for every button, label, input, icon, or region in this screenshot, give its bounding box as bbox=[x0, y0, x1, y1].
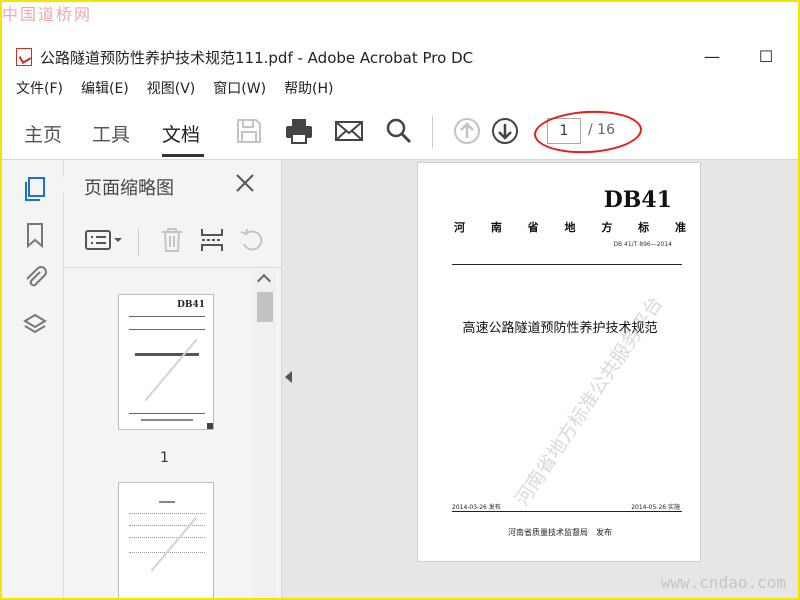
org-char: 南 bbox=[490, 221, 502, 234]
search-icon[interactable] bbox=[384, 116, 414, 146]
next-page-icon[interactable] bbox=[490, 116, 520, 146]
options-menu-icon[interactable] bbox=[84, 226, 124, 254]
toolbar-separator bbox=[432, 116, 433, 148]
thumbnail-page-2[interactable] bbox=[118, 482, 214, 598]
main-toolbar: 主页 工具 文档 / 16 bbox=[2, 102, 798, 160]
maximize-button[interactable]: ☐ bbox=[746, 42, 786, 70]
window-title: 公路隧道预防性养护技术规范111.pdf - Adobe Acrobat Pro… bbox=[40, 49, 474, 67]
rotate-icon[interactable] bbox=[238, 226, 266, 254]
panel-pointer bbox=[56, 176, 65, 194]
tab-home[interactable]: 主页 bbox=[24, 120, 62, 147]
org-char: 省 bbox=[527, 221, 539, 234]
pdf-file-icon bbox=[16, 48, 32, 66]
navigation-rail bbox=[2, 160, 64, 598]
close-icon[interactable] bbox=[234, 172, 256, 194]
thumbnail-page-number: 1 bbox=[160, 450, 169, 466]
thumbnail-page-1[interactable]: DB41 bbox=[118, 294, 214, 430]
menu-file[interactable]: 文件(F) bbox=[16, 78, 63, 98]
thumbnail-code: DB41 bbox=[177, 300, 205, 310]
panel-toolbar-separator bbox=[138, 228, 139, 256]
org-char: 标 bbox=[638, 221, 650, 234]
highlight-annotation bbox=[532, 108, 644, 156]
page-thumbnails-panel: 页面缩略图 DB41 1 bbox=[56, 160, 282, 598]
implement-date: 2014-05-26 实施 bbox=[631, 504, 680, 511]
site-watermark: 中国道桥网 bbox=[2, 5, 93, 24]
extract-icon[interactable] bbox=[198, 226, 226, 254]
layers-icon[interactable] bbox=[22, 312, 48, 338]
print-icon[interactable] bbox=[284, 116, 314, 146]
delete-icon[interactable] bbox=[158, 226, 186, 254]
menu-help[interactable]: 帮助(H) bbox=[284, 78, 333, 98]
bookmarks-icon[interactable] bbox=[22, 222, 48, 248]
acrobat-window: 公路隧道预防性养护技术规范111.pdf - Adobe Acrobat Pro… bbox=[2, 2, 798, 598]
email-icon[interactable] bbox=[334, 116, 364, 146]
org-char: 准 bbox=[674, 221, 686, 234]
attachments-icon[interactable] bbox=[22, 264, 48, 290]
menu-edit[interactable]: 编辑(E) bbox=[81, 78, 129, 98]
menu-window[interactable]: 窗口(W) bbox=[213, 78, 266, 98]
issuer: 河南省质量技术监督局 发布 bbox=[508, 528, 612, 537]
tab-document[interactable]: 文档 bbox=[162, 120, 200, 147]
minimize-button[interactable]: — bbox=[692, 42, 732, 70]
document-page: DB41 河 南 省 地 方 标 准 DB 41/T 896—2014 高速公路… bbox=[417, 162, 701, 562]
scrollbar-thumb[interactable] bbox=[257, 292, 273, 322]
footer-rule bbox=[452, 511, 682, 512]
previous-page-icon[interactable] bbox=[452, 116, 482, 146]
thumbnail-list: DB41 1 bbox=[64, 270, 252, 598]
site-url-watermark: www.cndao.com bbox=[660, 573, 786, 592]
org-char: 地 bbox=[564, 221, 576, 234]
org-char: 河 bbox=[454, 221, 465, 234]
thumbnail-scrollbar[interactable] bbox=[254, 270, 276, 598]
tab-tools[interactable]: 工具 bbox=[92, 120, 130, 147]
standard-number: DB 41/T 896—2014 bbox=[613, 241, 672, 248]
active-tab-indicator bbox=[162, 154, 204, 157]
scroll-up-arrow[interactable] bbox=[256, 273, 272, 289]
document-view: DB41 河 南 省 地 方 标 准 DB 41/T 896—2014 高速公路… bbox=[282, 160, 798, 598]
panel-title: 页面缩略图 bbox=[84, 178, 174, 199]
menu-view[interactable]: 视图(V) bbox=[147, 78, 196, 98]
page-watermark: 河南省地方标准公共服务平台 bbox=[511, 292, 668, 510]
menu-bar: 文件(F) 编辑(E) 视图(V) 窗口(W) 帮助(H) bbox=[2, 76, 798, 100]
panel-toolbar bbox=[64, 216, 282, 268]
page-thumbnails-icon[interactable] bbox=[22, 176, 48, 202]
collapse-panel-arrow[interactable] bbox=[285, 371, 292, 383]
standard-code: DB41 bbox=[603, 187, 672, 213]
org-char: 方 bbox=[601, 221, 613, 234]
title-bar: 公路隧道预防性养护技术规范111.pdf - Adobe Acrobat Pro… bbox=[2, 38, 798, 74]
save-icon[interactable] bbox=[234, 116, 264, 146]
header-rule bbox=[452, 264, 682, 265]
standard-organization: 河 南 省 地 方 标 准 bbox=[454, 219, 686, 235]
release-date: 2014-03-26 发布 bbox=[452, 504, 501, 511]
